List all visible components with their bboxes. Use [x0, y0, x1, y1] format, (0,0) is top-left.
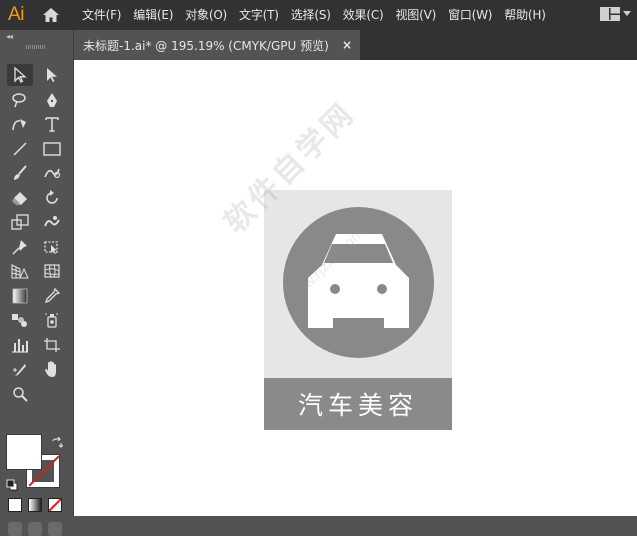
scale-tool-icon[interactable]	[4, 210, 36, 235]
menu-window[interactable]: 窗口(W)	[442, 0, 498, 30]
eyedropper-tool-icon[interactable]	[36, 284, 68, 309]
menu-items: 文件(F) 编辑(E) 对象(O) 文字(T) 选择(S) 效果(C) 视图(V…	[82, 0, 552, 30]
app-logo: Ai	[8, 4, 24, 25]
zoom-tool-icon[interactable]	[4, 382, 36, 407]
pen-tool-icon[interactable]	[36, 88, 68, 113]
direct-selection-tool[interactable]	[36, 63, 68, 88]
mesh-tool-icon[interactable]	[36, 259, 68, 284]
artwork-label: 汽车美容	[297, 391, 418, 420]
gradient-tool-icon[interactable]	[4, 284, 36, 309]
puppet-warp-tool-icon[interactable]	[4, 235, 36, 260]
color-mode-button[interactable]	[8, 498, 22, 512]
blend-tool-icon[interactable]	[4, 308, 36, 333]
menu-type[interactable]: 文字(T)	[233, 0, 285, 30]
menu-edit[interactable]: 编辑(E)	[127, 0, 179, 30]
column-graph-tool-icon[interactable]	[4, 333, 36, 358]
fill-swatch[interactable]	[6, 434, 42, 470]
rectangle-tool-icon[interactable]	[36, 137, 68, 162]
swap-fill-stroke-icon[interactable]	[51, 434, 64, 453]
perspective-grid-tool-icon[interactable]	[4, 259, 36, 284]
document-tab-title: 未标题-1.ai* @ 195.19% (CMYK/GPU 预览)	[83, 38, 329, 53]
shaper-tool-icon[interactable]	[36, 161, 68, 186]
draw-normal-icon[interactable]	[8, 522, 22, 536]
paintbrush-tool-icon[interactable]	[4, 161, 36, 186]
draw-behind-icon[interactable]	[28, 522, 42, 536]
drawing-mode-buttons	[8, 522, 62, 536]
default-fill-stroke-icon[interactable]	[6, 476, 18, 495]
gradient-mode-button[interactable]	[28, 498, 42, 512]
home-icon[interactable]	[36, 0, 66, 30]
menu-help[interactable]: 帮助(H)	[498, 0, 551, 30]
collapse-panel-icon[interactable]: ◂◂	[6, 32, 13, 41]
free-transform-tool-icon[interactable]	[36, 235, 68, 260]
type-tool-icon[interactable]	[36, 112, 68, 137]
selection-tool[interactable]	[4, 63, 36, 88]
empty-tool-slot	[36, 382, 68, 407]
rotate-tool-icon[interactable]	[36, 186, 68, 211]
document-tab-bar: 未标题-1.ai* @ 195.19% (CMYK/GPU 预览) ×	[74, 30, 637, 60]
menu-file[interactable]: 文件(F)	[82, 0, 127, 30]
color-mode-buttons	[8, 498, 62, 512]
hand-tool-icon[interactable]	[36, 357, 68, 382]
tools-panel: ◂◂	[0, 30, 74, 536]
panel-grip[interactable]	[26, 45, 46, 49]
slice-tool-icon[interactable]	[4, 357, 36, 382]
eraser-tool-icon[interactable]	[4, 186, 36, 211]
magic-wand-icon[interactable]	[4, 88, 36, 113]
none-mode-button[interactable]	[48, 498, 62, 512]
menu-view[interactable]: 视图(V)	[389, 0, 442, 30]
symbol-sprayer-tool-icon[interactable]	[36, 308, 68, 333]
menu-effect[interactable]: 效果(C)	[337, 0, 390, 30]
workspace-switcher-icon[interactable]	[600, 7, 631, 21]
tool-grid	[4, 63, 68, 406]
fill-stroke-widget	[6, 434, 66, 494]
document-tab[interactable]: 未标题-1.ai* @ 195.19% (CMYK/GPU 预览) ×	[74, 30, 360, 60]
canvas[interactable]: 汽车美容 软件自学网 www.rjzxw.com	[74, 60, 637, 516]
line-segment-tool-icon[interactable]	[4, 137, 36, 162]
menu-bar: Ai 文件(F) 编辑(E) 对象(O) 文字(T) 选择(S) 效果(C) 视…	[0, 0, 637, 30]
curvature-tool-icon[interactable]	[4, 112, 36, 137]
close-icon[interactable]: ×	[342, 38, 352, 52]
warp-tool-icon[interactable]	[36, 210, 68, 235]
menu-select[interactable]: 选择(S)	[285, 0, 337, 30]
artboard-tool-icon[interactable]	[36, 333, 68, 358]
artwork-label-bar: 汽车美容	[264, 378, 452, 430]
draw-inside-icon[interactable]	[48, 522, 62, 536]
menu-object[interactable]: 对象(O)	[179, 0, 233, 30]
